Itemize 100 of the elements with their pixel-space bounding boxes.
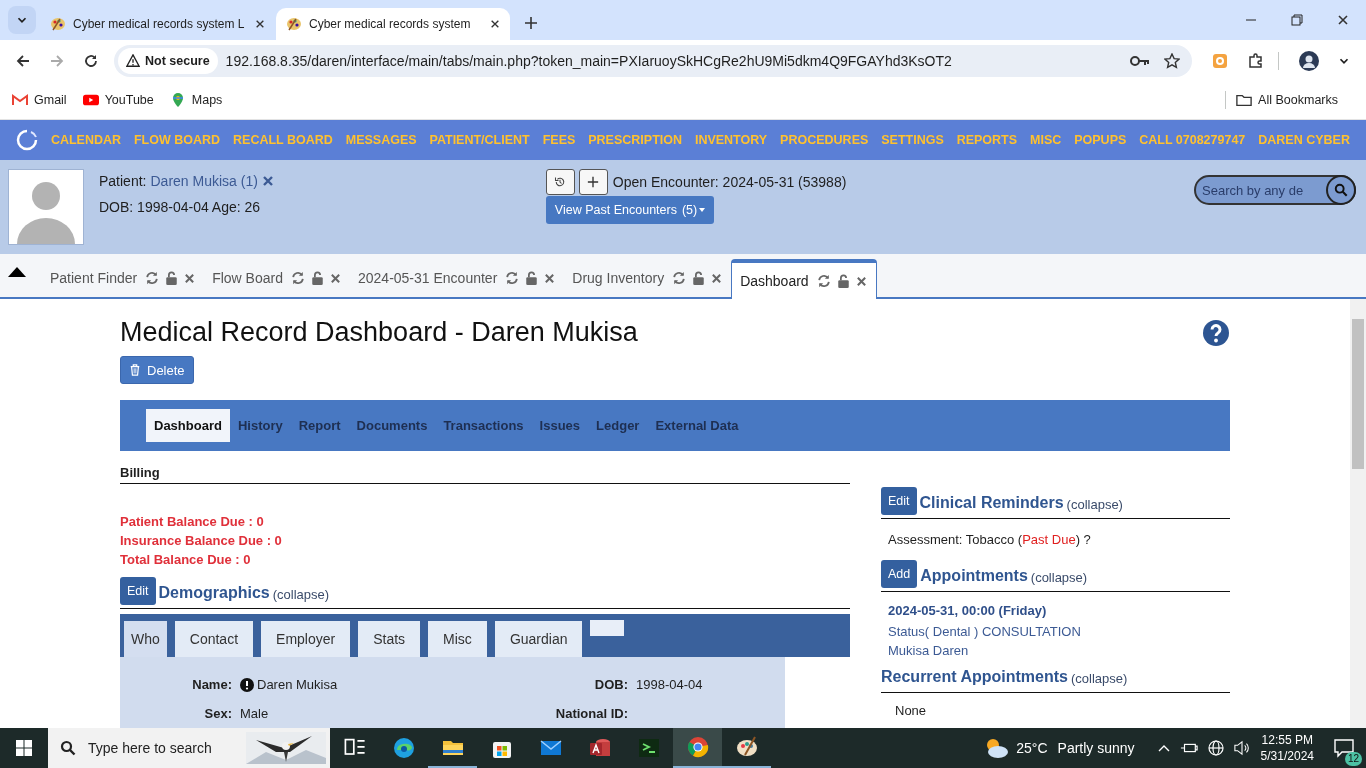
unlock-icon[interactable] xyxy=(836,274,850,288)
field-label: National ID: xyxy=(554,706,628,721)
patient-name-link[interactable]: Daren Mukisa (1) xyxy=(150,173,258,189)
tab[interactable]: Contact xyxy=(174,621,254,657)
avatar-icon[interactable] xyxy=(1299,50,1319,71)
collapse-link[interactable]: (collapse) xyxy=(272,587,330,602)
clock[interactable]: 12:55 PM 5/31/2024 xyxy=(1260,732,1314,764)
warning-icon xyxy=(126,53,140,68)
star-icon[interactable] xyxy=(1164,52,1180,69)
search-icon xyxy=(60,740,76,756)
palette-icon xyxy=(50,16,66,32)
field-label: Sex: xyxy=(203,706,232,721)
unlock-icon[interactable] xyxy=(165,271,179,285)
refresh-icon[interactable] xyxy=(505,271,520,285)
new-tab-icon[interactable] xyxy=(524,16,538,30)
browser-icon[interactable] xyxy=(391,736,416,760)
refresh-icon[interactable] xyxy=(672,271,687,285)
tab[interactable]: Misc xyxy=(428,621,487,657)
browser-icon[interactable] xyxy=(685,735,710,759)
taskbar-search[interactable]: Type here to search xyxy=(48,728,330,768)
refresh-icon[interactable] xyxy=(816,274,831,288)
section-heading: Billing xyxy=(120,465,850,484)
add-button[interactable]: Add xyxy=(881,560,918,588)
terminal-icon[interactable] xyxy=(636,736,661,760)
refresh-icon[interactable] xyxy=(291,271,305,285)
windows-icon[interactable] xyxy=(16,740,32,756)
back-icon[interactable] xyxy=(15,52,31,69)
edit-button[interactable]: Edit xyxy=(120,577,156,605)
unlock-icon[interactable] xyxy=(692,271,706,285)
field-value: Male xyxy=(240,706,269,721)
folder-icon xyxy=(1236,92,1253,108)
edit-button[interactable]: Edit xyxy=(881,487,917,515)
app-tab[interactable]: Flow Board xyxy=(204,259,350,297)
refresh-icon[interactable] xyxy=(145,271,160,285)
close-icon[interactable] xyxy=(490,19,500,29)
weather-widget[interactable]: 25°C Partly sunny xyxy=(982,734,1135,762)
collapse-link[interactable]: (collapse) xyxy=(1066,497,1123,512)
scrollbar-thumb[interactable] xyxy=(1352,319,1364,469)
help-icon[interactable] xyxy=(1202,318,1230,347)
notification-count: 12 xyxy=(1344,752,1362,766)
balance-text: Patient Balance Due : 0 xyxy=(120,513,265,531)
reload-icon[interactable] xyxy=(83,52,99,69)
section-heading: Recurrent Appointments xyxy=(881,668,1068,686)
bookmark[interactable]: Maps xyxy=(169,92,223,108)
collapse-icon[interactable] xyxy=(8,266,26,277)
app-tab[interactable]: 2024-05-31 Encounter xyxy=(350,259,565,297)
close-icon[interactable] xyxy=(1337,14,1349,26)
tab[interactable]: Who xyxy=(124,621,167,657)
all-bookmarks[interactable]: All Bookmarks xyxy=(1236,92,1338,108)
bookmark[interactable]: YouTube xyxy=(82,92,154,108)
scrollbar[interactable] xyxy=(1350,299,1366,728)
balance-text: Total Balance Due : 0 xyxy=(120,551,252,569)
app-tab[interactable]: Drug Inventory xyxy=(564,259,732,297)
search-icon xyxy=(1334,183,1348,197)
app-tab[interactable]: Patient Finder xyxy=(42,259,205,297)
tab[interactable]: Employer xyxy=(261,621,351,657)
speaker-icon[interactable] xyxy=(1233,740,1250,756)
app-tab[interactable]: Dashboard xyxy=(731,259,877,299)
url-text: 192.168.8.35/daren/interface/main/tabs/main.php?token_main=PXIaruoySkHCgRe2hU9Mi5dkm4Q9FGAYhd3KsOT2 xyxy=(225,52,952,69)
unlock-icon[interactable] xyxy=(525,271,539,285)
delete-button[interactable]: Delete xyxy=(120,356,194,384)
extensions-icon[interactable] xyxy=(1248,52,1264,69)
new-encounter-button[interactable] xyxy=(578,169,608,195)
restore-icon[interactable] xyxy=(1291,14,1303,26)
close-icon[interactable] xyxy=(255,19,266,29)
unlock-icon[interactable] xyxy=(311,271,324,285)
plus-icon xyxy=(587,176,600,188)
browser-tab[interactable]: Cyber medical records system xyxy=(276,8,510,40)
security-chip[interactable]: Not secure xyxy=(118,47,218,74)
battery-icon[interactable] xyxy=(1179,742,1198,754)
empty-text: None xyxy=(894,702,928,718)
globe-icon[interactable] xyxy=(1207,740,1224,756)
logo-icon[interactable] xyxy=(16,129,38,151)
tab[interactable]: Guardian xyxy=(494,621,583,657)
bookmark[interactable]: Gmail xyxy=(12,92,67,108)
tab-search-button[interactable] xyxy=(8,6,36,34)
history-button[interactable] xyxy=(545,169,575,195)
field-label: Name: xyxy=(191,677,232,692)
tab[interactable]: Stats xyxy=(358,621,421,657)
search-button[interactable] xyxy=(1326,175,1356,205)
patient-dob: DOB: 1998-04-04 Age: 26 xyxy=(99,199,262,215)
palette-icon xyxy=(286,16,302,32)
tab[interactable]: Dashboard xyxy=(146,409,230,442)
field-value: Daren Mukisa xyxy=(257,677,338,692)
past-encounters-button[interactable]: View Past Encounters (5) xyxy=(545,196,715,224)
close-icon[interactable] xyxy=(855,275,867,287)
mail-icon xyxy=(12,92,28,108)
appointment-date[interactable]: 2024-05-31, 00:00 (Friday) xyxy=(888,603,1223,618)
page-title: Medical Record Dashboard - Daren Mukisa xyxy=(120,317,638,348)
palette-icon[interactable] xyxy=(734,735,759,759)
balance-text: Insurance Balance Due : 0 xyxy=(120,532,283,550)
browser-tab[interactable]: Cyber medical records system L xyxy=(40,8,274,40)
section-heading: Clinical Reminders xyxy=(919,494,1064,512)
open-encounter: Open Encounter: 2024-05-31 (53988) xyxy=(612,174,847,190)
collapse-link[interactable]: (collapse) xyxy=(1030,570,1088,585)
blank-tab[interactable] xyxy=(590,620,625,636)
collapse-link[interactable]: (collapse) xyxy=(1071,671,1128,686)
address-bar[interactable]: Not secure 192.168.8.35/daren/interface/main/tabs/main.php?token_main=PXIaruoySkHCgRe2hU9Mi5dkm4Q9FGAYhd3KsOT2 xyxy=(114,44,1192,77)
trash-icon xyxy=(129,364,141,376)
reminder-text: Assessment: Tobacco (Past Due) ? xyxy=(887,531,1092,549)
